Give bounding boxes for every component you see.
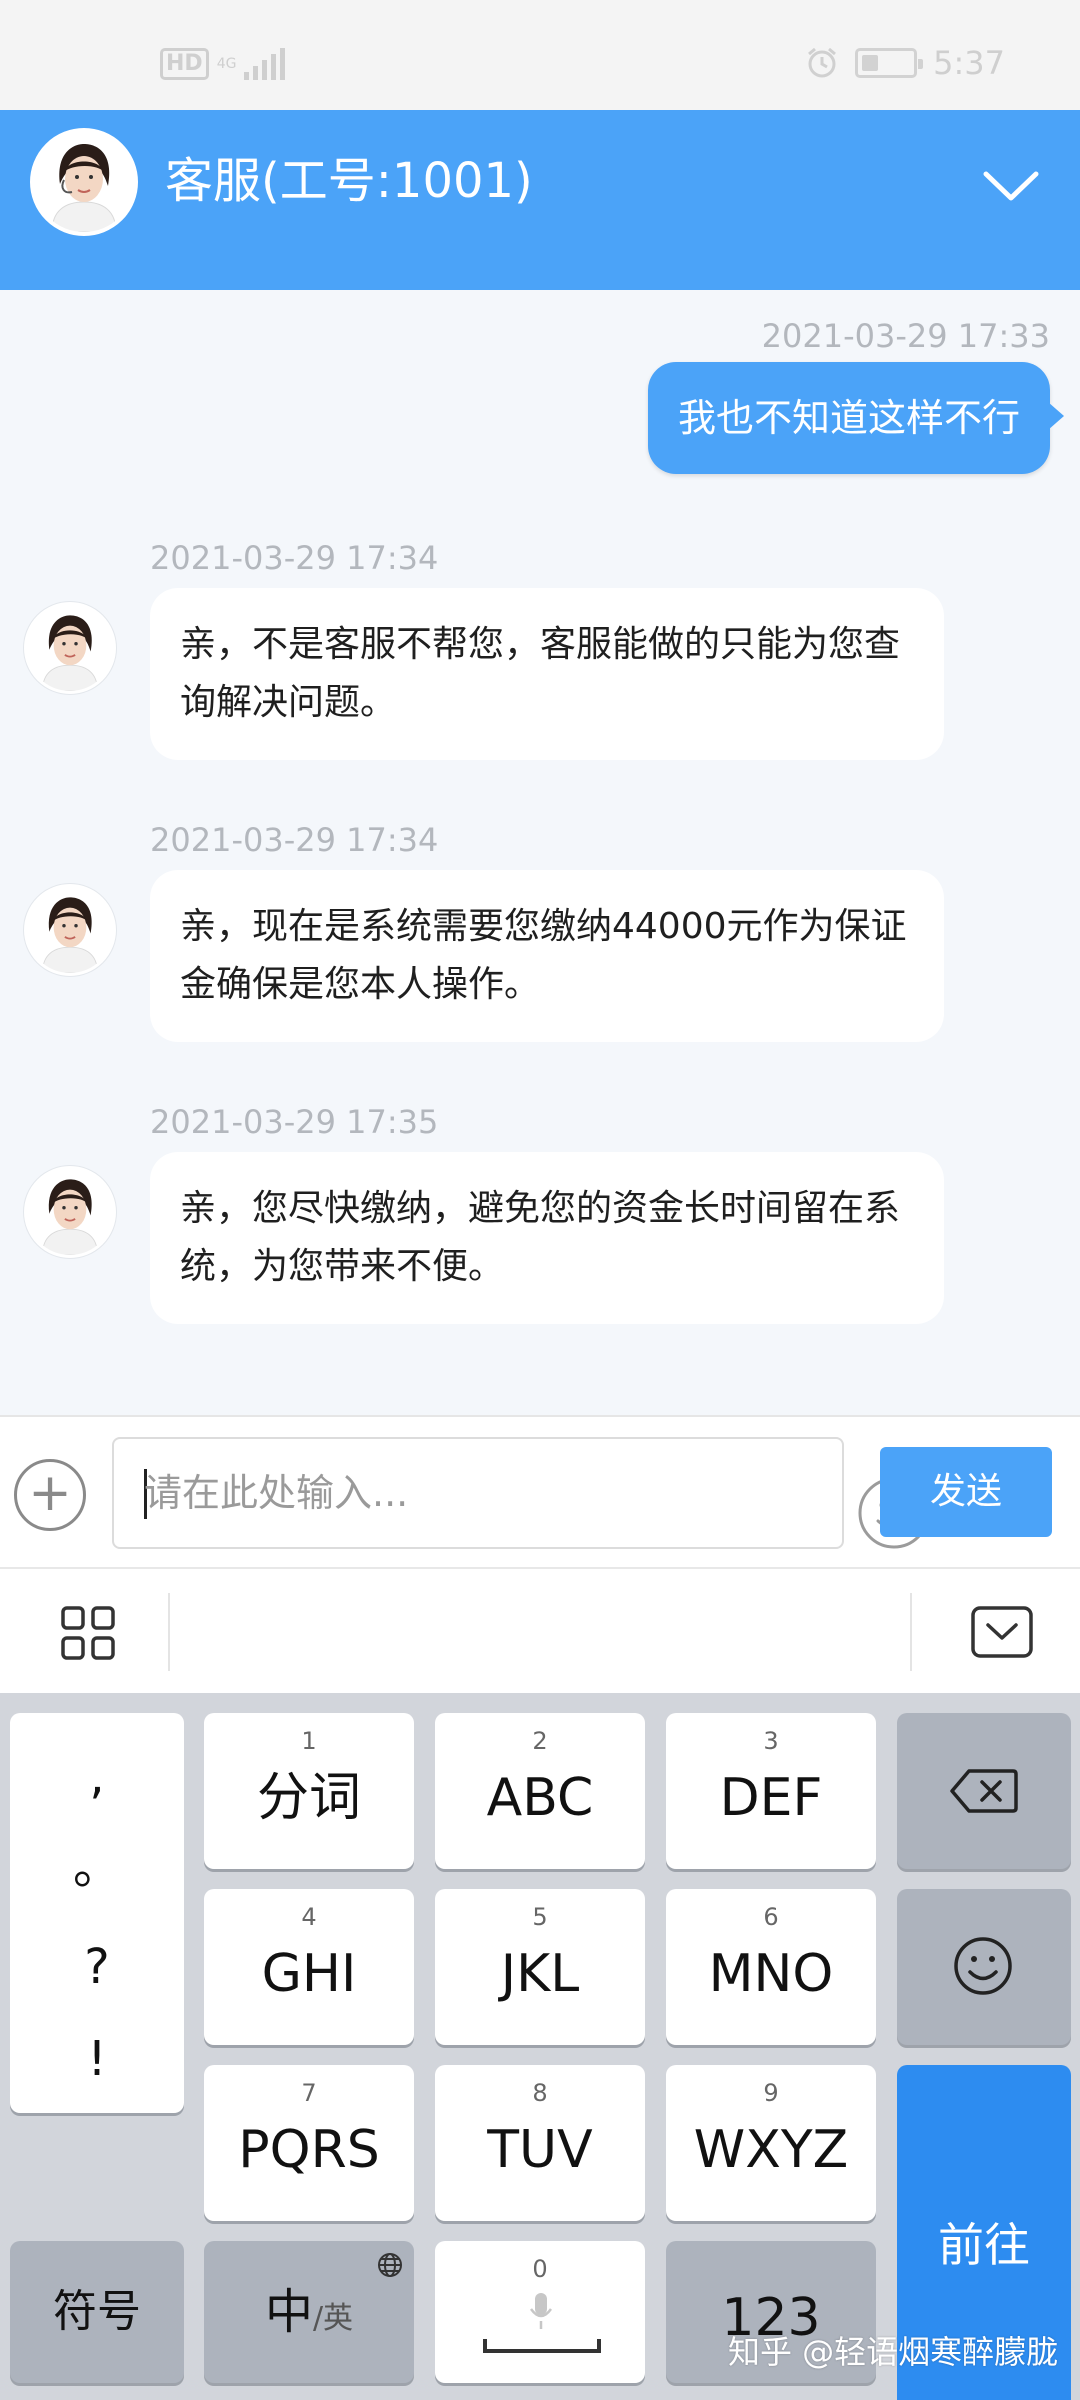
key-label: TUV (487, 2120, 593, 2180)
space-key[interactable]: 0 (435, 2241, 645, 2383)
key-6[interactable]: 6 MNO (666, 1889, 876, 2045)
key-5[interactable]: 5 JKL (435, 1889, 645, 2045)
symbol-key[interactable]: 符号 (10, 2241, 184, 2383)
key-number: 1 (301, 1727, 317, 1755)
agent-avatar[interactable] (24, 1166, 116, 1258)
status-bar: HD 4G 5:37 (0, 0, 1080, 110)
backspace-icon (950, 1769, 1018, 1813)
message-timestamp: 2021-03-29 17:34 (150, 821, 439, 859)
chat-header: 客服(工号:1001) (0, 110, 1080, 290)
language-switch-key[interactable]: 中/英 (204, 2241, 414, 2383)
agent-avatar (30, 128, 138, 236)
key-2[interactable]: 2 ABC (435, 1713, 645, 1869)
toolbar-divider (910, 1593, 912, 1671)
key-number: 6 (763, 1903, 779, 1931)
key-number: 8 (532, 2079, 548, 2107)
key-number: 2 (532, 1727, 548, 1755)
key-label: GHI (261, 1944, 357, 2004)
agent-avatar[interactable] (24, 602, 116, 694)
key-number: 9 (763, 2079, 779, 2107)
keyboard-collapse-icon[interactable] (970, 1605, 1034, 1659)
key-label: JKL (500, 1944, 580, 2004)
status-time: 5:37 (933, 44, 1005, 82)
message-bubble-in[interactable]: 亲，您尽快缴纳，避免您的资金长时间留在系统，为您带来不便。 (150, 1152, 944, 1324)
enter-key-label: 前往 (938, 2218, 1030, 2272)
key-label: WXYZ (693, 2120, 849, 2180)
page-title: 客服(工号:1001) (165, 153, 533, 209)
key-label: PQRS (238, 2120, 380, 2180)
message-bubble-in[interactable]: 亲，不是客服不帮您，客服能做的只能为您查询解决问题。 (150, 588, 944, 760)
signal-icon (244, 48, 286, 80)
globe-icon (378, 2253, 402, 2277)
emoji-icon (954, 1937, 1012, 1995)
add-attachment-button[interactable]: + (14, 1459, 86, 1531)
message-input[interactable]: 请在此处输入... (112, 1437, 930, 1549)
key-label: DEF (719, 1768, 823, 1828)
microphone-icon (529, 2293, 553, 2329)
send-button[interactable]: 发送 (880, 1447, 1052, 1537)
status-left: HD 4G (160, 48, 286, 80)
message-timestamp: 2021-03-29 17:34 (150, 539, 439, 577)
hd-badge: HD (160, 48, 209, 80)
key-3[interactable]: 3 DEF (666, 1713, 876, 1869)
watermark: 知乎 @轻语烟寒醉朦胧 (728, 2333, 1059, 2371)
key-1[interactable]: 1 分词 (204, 1713, 414, 1869)
toolbar-divider (168, 1593, 170, 1671)
space-bar-icon (483, 2339, 601, 2353)
punct-period[interactable]: 。 (10, 1839, 184, 1895)
symbol-key-label: 符号 (53, 2286, 141, 2337)
key-8[interactable]: 8 TUV (435, 2065, 645, 2221)
key-number: 7 (301, 2079, 317, 2107)
chat-area[interactable]: 2021-03-29 17:33 我也不知道这样不行 2021-03-29 17… (0, 290, 1080, 1415)
key-number: 5 (532, 1903, 548, 1931)
input-placeholder: 请在此处输入... (144, 1471, 409, 1515)
keyboard-toolbar (0, 1567, 1080, 1693)
message-timestamp: 2021-03-29 17:35 (150, 1103, 439, 1141)
agent-avatar[interactable] (24, 884, 116, 976)
message-bubble-out[interactable]: 我也不知道这样不行 (647, 362, 1065, 474)
key-label: 分词 (256, 1768, 361, 1828)
key-number: 4 (301, 1903, 317, 1931)
grid-menu-icon[interactable] (60, 1605, 116, 1661)
message-input-bar: + 请在此处输入... 发送 (0, 1415, 1080, 1567)
network-type: 4G (216, 56, 237, 72)
keyboard: , 。 ? ! 1 分词 2 ABC 3 DEF 4 GHI 5 JKL 6 M… (0, 1693, 1080, 2400)
lang-sub-label: /英 (312, 2301, 354, 2336)
backspace-key[interactable] (897, 1713, 1071, 1869)
status-right: 5:37 (805, 44, 1005, 82)
key-label: MNO (708, 1944, 834, 2004)
punct-exclaim[interactable]: ! (10, 2031, 184, 2087)
punctuation-key-column[interactable]: , 。 ? ! (10, 1713, 184, 2113)
message-bubble-in[interactable]: 亲，现在是系统需要您缴纳44000元作为保证金确保是您本人操作。 (150, 870, 944, 1042)
punct-comma[interactable]: , (10, 1749, 184, 1805)
key-4[interactable]: 4 GHI (204, 1889, 414, 2045)
key-7[interactable]: 7 PQRS (204, 2065, 414, 2221)
key-number: 0 (532, 2255, 548, 2283)
key-number: 3 (763, 1727, 779, 1755)
chevron-down-icon[interactable] (982, 168, 1040, 204)
emoji-key[interactable] (897, 1889, 1071, 2045)
message-timestamp: 2021-03-29 17:33 (761, 317, 1050, 355)
alarm-icon (808, 47, 837, 78)
punct-question[interactable]: ? (10, 1939, 184, 1995)
key-9[interactable]: 9 WXYZ (666, 2065, 876, 2221)
key-label: ABC (486, 1768, 594, 1828)
battery-icon (855, 48, 924, 78)
lang-main-label: 中 (264, 2284, 313, 2340)
